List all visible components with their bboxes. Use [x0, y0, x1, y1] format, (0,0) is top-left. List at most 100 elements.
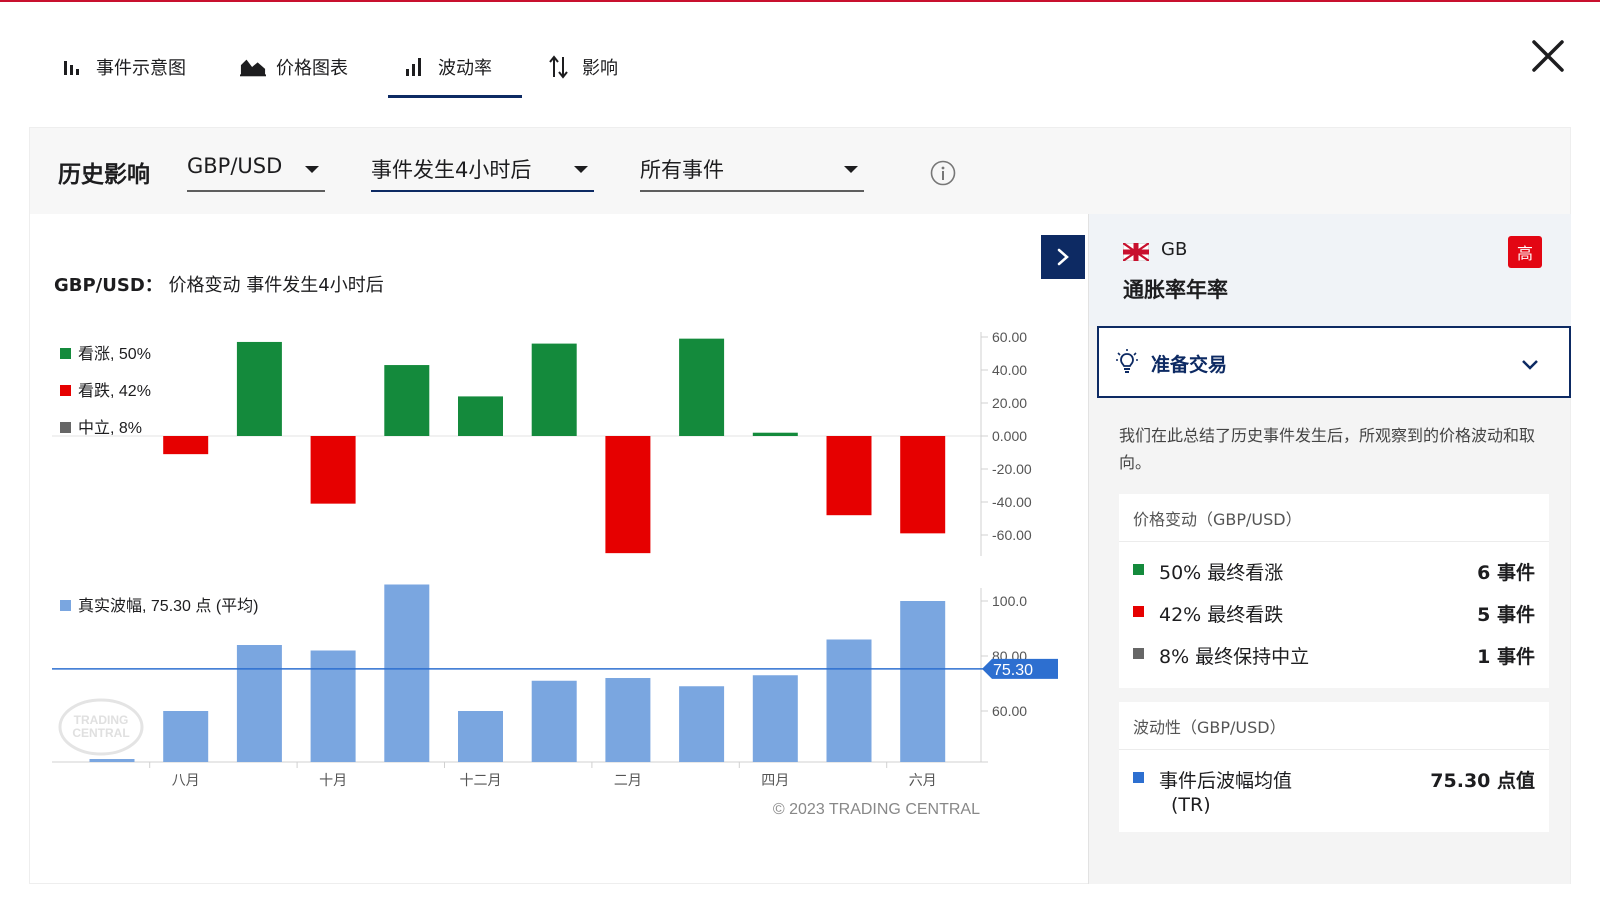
price-change-bar: [310, 436, 356, 504]
bearish-label: 42% 最终看跌: [1159, 604, 1284, 626]
volatility-y-tick-label: 100.0: [992, 593, 1027, 609]
volatility-bar: [236, 645, 282, 762]
expand-sidebar-button[interactable]: [1041, 235, 1085, 279]
price-change-bar: [826, 436, 872, 516]
legend-label: 中立, 8%: [78, 419, 142, 437]
bullish-label: 50% 最终看涨: [1159, 562, 1284, 584]
chevron-down-icon: [1522, 360, 1538, 370]
event-header: GB 高 通胀率年率: [1089, 214, 1571, 326]
watermark-text: TRADING: [74, 713, 129, 727]
x-tick-label: 十二月: [460, 772, 502, 788]
bearish-swatch: [1133, 606, 1144, 617]
price-card-title: 价格变动（GBP/USD）: [1119, 494, 1549, 542]
neutral-label: 8% 最终保持中立: [1159, 646, 1310, 668]
tab-volatility[interactable]: 波动率: [388, 36, 522, 98]
legend-swatch: [60, 422, 71, 433]
pair-select-value: GBP/USD: [187, 154, 283, 178]
volatility-value: 75.30 点值: [1430, 770, 1535, 792]
prepare-trade-label: 准备交易: [1151, 354, 1228, 376]
close-icon[interactable]: [1530, 38, 1566, 74]
price-change-bar: [679, 338, 725, 436]
country-code: GB: [1161, 239, 1188, 260]
impact-badge: 高: [1508, 236, 1542, 268]
volatility-card: 波动性（GBP/USD） 事件后波幅均值 (TR) 75.30 点值: [1119, 702, 1549, 832]
volatility-bar: [679, 686, 725, 762]
historical-impact-panel: 历史影响 GBP/USD 事件发生4小时后 所有事件 GBP/USD： 价格变动…: [29, 127, 1571, 884]
volatility-label: 事件后波幅均值: [1159, 770, 1293, 792]
price-change-bar: [605, 436, 651, 554]
prepare-trade-dropdown[interactable]: 准备交易: [1097, 326, 1571, 398]
price-y-tick-label: 0.000: [992, 428, 1027, 444]
bullish-swatch: [1133, 564, 1144, 575]
volatility-bar: [384, 584, 430, 762]
info-icon[interactable]: [930, 160, 956, 186]
volatility-chart-icon: [402, 56, 428, 78]
bar-chart-icon: [60, 56, 86, 78]
price-change-card: 价格变动（GBP/USD） 50% 最终看涨 6 事件 42% 最终看跌 5 事…: [1119, 494, 1549, 688]
caret-down-icon: [574, 166, 588, 173]
tab-price-chart[interactable]: 价格图表: [232, 36, 356, 98]
tab-label: 波动率: [438, 58, 492, 79]
caret-down-icon: [305, 166, 319, 173]
bearish-row: 42% 最终看跌 5 事件: [1119, 592, 1549, 634]
price-y-tick-label: -20.00: [992, 461, 1032, 477]
filter-bar: 历史影响 GBP/USD 事件发生4小时后 所有事件: [30, 128, 1570, 214]
volatility-bar: [900, 601, 946, 762]
volatility-bar: [163, 711, 209, 762]
legend-swatch: [60, 600, 71, 611]
volatility-swatch: [1133, 772, 1144, 783]
events-select[interactable]: 所有事件: [640, 152, 864, 192]
volatility-label-tr: (TR): [1171, 794, 1211, 816]
price-y-tick-label: -60.00: [992, 527, 1032, 543]
volatility-row: 事件后波幅均值 (TR) 75.30 点值: [1119, 758, 1549, 828]
legend-label: 看涨, 50%: [78, 345, 151, 363]
tab-impact[interactable]: 影响: [538, 36, 626, 98]
tab-event-diagram[interactable]: 事件示意图: [52, 36, 194, 98]
bullish-count: 6 事件: [1477, 562, 1535, 584]
event-sidebar: GB 高 通胀率年率 准备交易 我们在此总结了历史事件发生后，所观察到的价格波动…: [1088, 214, 1571, 884]
price-y-tick-label: 60.00: [992, 329, 1027, 345]
volatility-bar: [310, 650, 356, 762]
volatility-y-tick-label: 60.00: [992, 703, 1027, 719]
x-tick-label: 二月: [614, 772, 642, 788]
watermark-text: CENTRAL: [72, 726, 129, 740]
price-y-tick-label: 40.00: [992, 362, 1027, 378]
volatility-bar: [605, 678, 651, 762]
price-y-tick-label: 20.00: [992, 395, 1027, 411]
volatility-bar: [531, 680, 577, 762]
legend-label: 看跌, 42%: [78, 382, 151, 400]
price-y-tick-label: -40.00: [992, 494, 1032, 510]
uk-flag-icon: [1123, 243, 1149, 261]
price-change-bar: [458, 396, 503, 436]
summary-text: 我们在此总结了历史事件发生后，所观察到的价格波动和取向。: [1119, 426, 1536, 472]
x-tick-label: 八月: [172, 772, 200, 788]
filter-title: 历史影响: [58, 162, 150, 188]
volatility-bar: [89, 759, 135, 762]
pair-select[interactable]: GBP/USD: [187, 152, 325, 192]
chevron-right-icon: [1057, 248, 1069, 266]
x-tick-label: 十月: [319, 772, 347, 788]
area-chart-icon: [240, 56, 266, 78]
tab-bar: 事件示意图 价格图表 波动率 影响: [52, 36, 664, 98]
x-tick-label: 四月: [761, 772, 789, 788]
price-change-bar: [900, 436, 946, 534]
event-name: 通胀率年率: [1123, 278, 1228, 302]
bearish-count: 5 事件: [1477, 604, 1535, 626]
events-select-value: 所有事件: [640, 158, 724, 182]
price-change-bar: [384, 365, 430, 436]
bullish-row: 50% 最终看涨 6 事件: [1119, 550, 1549, 592]
legend-label: 真实波幅, 75.30 点 (平均): [78, 597, 258, 615]
timeframe-select[interactable]: 事件发生4小时后: [371, 152, 594, 192]
tab-label: 事件示意图: [96, 58, 186, 79]
chart: TRADINGCENTRAL 60.00 40.00 20.00 0.000 -20.00…: [52, 329, 1058, 818]
price-change-bar: [531, 343, 577, 436]
x-tick-label: 六月: [909, 772, 937, 788]
price-change-bar: [752, 432, 798, 436]
copyright-text: © 2023 TRADING CENTRAL: [773, 801, 980, 818]
volatility-bar: [752, 675, 798, 762]
neutral-swatch: [1133, 648, 1144, 659]
volatility-bar: [826, 639, 872, 762]
tab-label: 影响: [582, 58, 618, 79]
lightbulb-icon: [1116, 349, 1138, 373]
legend-swatch: [60, 348, 71, 359]
